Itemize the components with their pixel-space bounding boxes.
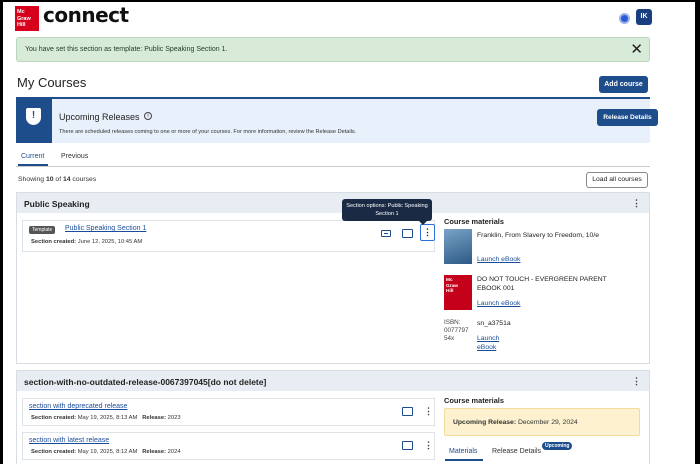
success-alert: You have set this section as template: P… bbox=[16, 37, 650, 62]
upcoming-badge: Upcoming bbox=[542, 442, 573, 450]
section-row: Template Public Speaking Section 1 Secti… bbox=[22, 220, 435, 252]
book-cover-image: Mc Graw Hill bbox=[444, 275, 472, 310]
created-value: May 19, 2025, 8:13 AM bbox=[76, 415, 138, 421]
created-label: Section created: bbox=[31, 415, 77, 421]
info-icon[interactable]: i bbox=[144, 112, 152, 120]
book-title: sn_a3751a bbox=[477, 320, 511, 327]
count-middle: of bbox=[53, 176, 63, 183]
tab-previous[interactable]: Previous bbox=[61, 153, 88, 160]
book-title: DO NOT TOUCH - EVERGREEN PARENT EBOOK 00… bbox=[477, 276, 607, 292]
launch-ebook-link[interactable]: Launch eBook bbox=[477, 256, 520, 263]
top-bar: Mc Graw Hill connect IK bbox=[3, 2, 695, 34]
connect-brand[interactable]: connect bbox=[43, 3, 129, 27]
section-row: section with latest release Section crea… bbox=[22, 432, 435, 460]
course-card: section-with-no-outdated-release-0067397… bbox=[16, 370, 650, 464]
course-materials-heading: Course materials bbox=[444, 396, 504, 405]
course-card-header: section-with-no-outdated-release-0067397… bbox=[17, 371, 649, 391]
releases-title: Upcoming Releases bbox=[59, 112, 140, 122]
section-meta: Section created: May 19, 2025, 8:13 AM R… bbox=[31, 415, 181, 421]
tab-current[interactable]: Current bbox=[21, 153, 44, 160]
count-shown: 10 bbox=[45, 176, 54, 183]
upcoming-date: December 29, 2024 bbox=[516, 419, 578, 426]
course-card: Public Speaking ⋮ Template Public Speaki… bbox=[16, 192, 650, 364]
section-link[interactable]: Public Speaking Section 1 bbox=[65, 225, 146, 232]
app-frame: Mc Graw Hill connect IK You have set thi… bbox=[3, 2, 695, 464]
courses-count: Showing 10 of 14 courses bbox=[18, 176, 96, 183]
assignments-icon[interactable] bbox=[402, 229, 413, 238]
alert-message: You have set this section as template: P… bbox=[25, 46, 228, 53]
created-value: June 12, 2025, 10:45 AM bbox=[76, 239, 143, 245]
globe-icon[interactable] bbox=[619, 13, 630, 24]
section-link[interactable]: section with deprecated release bbox=[29, 403, 127, 410]
created-label: Section created: bbox=[31, 449, 77, 455]
logo-line: Hill bbox=[17, 22, 26, 28]
course-materials-heading: Course materials bbox=[444, 217, 504, 226]
template-badge: Template bbox=[29, 226, 56, 234]
course-title: Public Speaking bbox=[24, 199, 90, 209]
book-cover-image bbox=[444, 229, 472, 264]
release-value: 2024 bbox=[166, 449, 181, 455]
mcgraw-hill-logo[interactable]: Mc Graw Hill bbox=[15, 6, 39, 31]
section-options-tooltip: Section options: Public Speaking Section… bbox=[342, 199, 432, 225]
load-all-courses-button[interactable]: Load all courses bbox=[586, 172, 648, 188]
release-label: Release: bbox=[142, 449, 167, 455]
active-tab-indicator bbox=[445, 459, 483, 461]
section-options-icon[interactable]: ⋮ bbox=[424, 407, 433, 416]
book-title: Franklin, From Slavery to Freedom, 10/e bbox=[477, 232, 600, 239]
launch-ebook-link[interactable]: Launch eBook bbox=[477, 334, 499, 352]
upcoming-label: Upcoming Release: bbox=[453, 419, 517, 426]
created-label: Section created: bbox=[31, 239, 77, 245]
count-suffix: courses bbox=[70, 176, 97, 183]
section-options-button[interactable]: ⋮ bbox=[420, 224, 435, 241]
launch-ebook-link[interactable]: Launch eBook bbox=[477, 300, 520, 307]
section-meta: Section created: May 19, 2025, 8:12 AM R… bbox=[31, 449, 181, 455]
created-value: May 19, 2025, 8:12 AM bbox=[76, 449, 138, 455]
course-options-icon[interactable]: ⋮ bbox=[632, 199, 641, 208]
add-course-button[interactable]: Add course bbox=[599, 76, 648, 93]
gradebook-icon[interactable] bbox=[381, 230, 391, 237]
course-tabs: Current Previous bbox=[16, 151, 650, 167]
upcoming-release-notice: Upcoming Release: December 29, 2024 bbox=[444, 408, 640, 436]
close-icon[interactable]: ✕ bbox=[630, 41, 643, 59]
shield-alert-icon: ! bbox=[26, 108, 41, 125]
release-value: 2023 bbox=[166, 415, 181, 421]
banner-icon-panel: ! bbox=[16, 99, 52, 143]
count-prefix: Showing bbox=[18, 176, 46, 183]
upcoming-releases-banner: ! Upcoming Releases i There are schedule… bbox=[16, 97, 658, 143]
tab-materials[interactable]: Materials bbox=[449, 448, 477, 455]
section-options-icon[interactable]: ⋮ bbox=[424, 441, 433, 450]
user-avatar[interactable]: IK bbox=[636, 9, 652, 25]
link-line: Launch bbox=[477, 335, 500, 342]
tab-release-details[interactable]: Release Details bbox=[492, 448, 541, 455]
course-title: section-with-no-outdated-release-0067397… bbox=[24, 377, 267, 387]
page-title: My Courses bbox=[17, 75, 87, 90]
release-details-button[interactable]: Release Details bbox=[597, 109, 658, 126]
link-line: eBook bbox=[477, 344, 497, 351]
upcoming-release-text: Upcoming Release: December 29, 2024 bbox=[453, 419, 578, 426]
cover-line: Hill bbox=[446, 289, 454, 294]
section-link[interactable]: section with latest release bbox=[29, 437, 109, 444]
assignments-icon[interactable] bbox=[402, 407, 413, 416]
section-created: Section created: June 12, 2025, 10:45 AM bbox=[31, 239, 142, 245]
release-label: Release: bbox=[142, 415, 167, 421]
count-total: 14 bbox=[62, 176, 71, 183]
active-tab-indicator bbox=[18, 164, 48, 166]
course-options-icon[interactable]: ⋮ bbox=[632, 377, 641, 386]
assignments-icon[interactable] bbox=[402, 441, 413, 450]
section-row: section with deprecated release Section … bbox=[22, 398, 435, 426]
isbn-image-placeholder: ISBN: 0077797 54x bbox=[444, 319, 469, 342]
course-card-header: Public Speaking ⋮ bbox=[17, 193, 649, 213]
releases-message: There are scheduled releases coming to o… bbox=[59, 129, 357, 135]
